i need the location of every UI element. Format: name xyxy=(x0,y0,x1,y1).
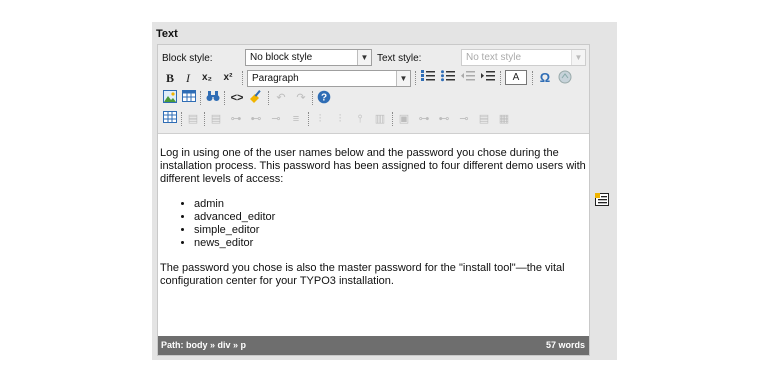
text-color-button[interactable]: A xyxy=(505,70,527,85)
rich-text-editor: Block style: No block style ▼ Text style… xyxy=(157,44,590,356)
toolbar-separator xyxy=(224,91,225,105)
chevron-down-icon: ▼ xyxy=(396,71,410,86)
ordered-list-icon[interactable] xyxy=(420,70,436,86)
image-icon[interactable] xyxy=(162,90,178,106)
outdent-icon[interactable] xyxy=(460,70,476,86)
format-value: Paragraph xyxy=(252,73,299,84)
user-list: admin advanced_editor simple_editor news… xyxy=(160,198,589,250)
format-select[interactable]: Paragraph ▼ xyxy=(247,70,411,87)
chevron-down-icon: ▼ xyxy=(571,50,585,65)
list-item: simple_editor xyxy=(194,224,589,237)
help-icon[interactable]: ? xyxy=(316,90,332,106)
list-item: admin xyxy=(194,198,589,211)
toolbar-row-1: B I x₂ x² Paragraph ▼ A Ω xyxy=(158,69,589,89)
bold-button[interactable]: B xyxy=(162,70,178,86)
split-column-icon[interactable]: ▥ xyxy=(372,111,388,127)
split-cell-icon[interactable]: ▤ xyxy=(476,111,492,127)
toolbar-separator xyxy=(204,112,205,126)
toolbar-separator xyxy=(415,71,416,85)
editor-content[interactable]: Log in using one of the user names below… xyxy=(158,133,589,337)
toggle-rte-icon[interactable] xyxy=(595,193,609,206)
toolbar-row-2: <> ↶ ↷ ? xyxy=(158,89,589,109)
delete-row-icon[interactable]: ⊷ xyxy=(248,111,264,127)
element-path[interactable]: Path: body » div » p xyxy=(161,336,246,355)
status-bar: Path: body » div » p 57 words xyxy=(158,336,589,355)
cell-properties-icon[interactable]: ▣ xyxy=(396,111,412,127)
list-item: news_editor xyxy=(194,237,589,250)
toolbar-separator xyxy=(181,112,182,126)
superscript-button[interactable]: x² xyxy=(220,70,236,86)
redo-icon[interactable]: ↷ xyxy=(293,90,309,106)
text-style-select[interactable]: No text style ▼ xyxy=(461,49,586,66)
insert-cell-before-icon[interactable]: ⊶ xyxy=(416,111,432,127)
text-style-value: No text style xyxy=(466,52,522,63)
text-style-label: Text style: xyxy=(377,53,422,64)
toolbar-separator xyxy=(500,71,501,85)
toolbar-separator xyxy=(200,91,201,105)
delete-cell-icon[interactable]: ⊸ xyxy=(456,111,472,127)
toolbar-row-3: ▤ ▤ ⊶ ⊷ ⊸ ≡ ⫶ ⫶ ⫯ ▥ ▣ ⊶ ⊷ ⊸ ▤ ▦ xyxy=(158,110,589,130)
indent-icon[interactable] xyxy=(480,70,496,86)
find-replace-icon[interactable] xyxy=(205,90,221,106)
split-row-icon[interactable]: ⊸ xyxy=(268,111,284,127)
insert-cell-after-icon[interactable]: ⊷ xyxy=(436,111,452,127)
word-count: 57 words xyxy=(545,340,585,350)
italic-button[interactable]: I xyxy=(180,70,196,86)
table-properties-icon[interactable] xyxy=(162,111,178,127)
clean-format-icon[interactable] xyxy=(248,90,264,106)
intro-paragraph: Log in using one of the user names below… xyxy=(160,147,586,185)
unordered-list-icon[interactable] xyxy=(440,70,456,86)
toolbar-separator xyxy=(308,112,309,126)
merge-cells-icon[interactable]: ▦ xyxy=(496,111,512,127)
insert-row-after-icon[interactable]: ⊶ xyxy=(228,111,244,127)
list-item: advanced_editor xyxy=(194,211,589,224)
svg-text:?: ? xyxy=(321,93,327,104)
undo-icon[interactable]: ↶ xyxy=(273,90,289,106)
outro-paragraph: The password you chose is also the maste… xyxy=(160,262,565,287)
chevron-down-icon: ▼ xyxy=(357,50,371,65)
table-icon[interactable] xyxy=(181,90,197,106)
delete-column-icon[interactable]: ⫯ xyxy=(352,111,368,127)
insert-column-before-icon[interactable]: ⫶ xyxy=(312,111,328,127)
subscript-button[interactable]: x₂ xyxy=(199,70,215,86)
toolbar-separator xyxy=(392,112,393,126)
block-style-label: Block style: xyxy=(162,53,213,64)
block-style-select[interactable]: No block style ▼ xyxy=(245,49,372,66)
toolbar-separator xyxy=(532,71,533,85)
special-char-button[interactable]: Ω xyxy=(537,70,553,86)
row-properties-icon[interactable]: ▤ xyxy=(185,111,201,127)
style-row: Block style: No block style ▼ Text style… xyxy=(158,47,589,69)
insert-column-after-icon[interactable]: ⫶ xyxy=(332,111,348,127)
insert-row-before-icon[interactable]: ▤ xyxy=(208,111,224,127)
field-label: Text xyxy=(156,28,178,40)
toolbar-separator xyxy=(312,91,313,105)
block-style-value: No block style xyxy=(250,52,313,63)
html-source-icon[interactable]: <> xyxy=(229,90,245,106)
toolbar-separator xyxy=(268,91,269,105)
toolbar-separator xyxy=(242,71,243,85)
merge-row-icon[interactable]: ≡ xyxy=(288,111,304,127)
spellcheck-icon[interactable] xyxy=(557,70,573,86)
